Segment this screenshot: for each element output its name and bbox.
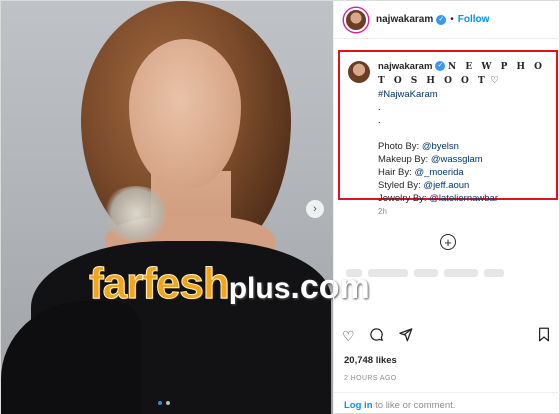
login-suffix: to like or comment. [372, 400, 456, 411]
credit-handle-link[interactable]: @jeff.aoun [423, 180, 469, 191]
blur-block [368, 269, 408, 277]
caption-timestamp: 2h [378, 207, 387, 216]
heart-emoji: ♡ [490, 75, 499, 86]
plus-circle-icon[interactable]: + [440, 234, 456, 250]
header-separator: • [450, 14, 454, 25]
blurred-comments [346, 269, 514, 283]
credit-label: Styled By: [378, 180, 424, 191]
likes-count[interactable]: 20,748 likes [344, 355, 397, 366]
credit-label: Makeup By: [378, 154, 431, 165]
post-timestamp: 2 HOURS AGO [344, 375, 397, 382]
caption-text: najwakaram ✓ N E W P H O T O S H O O T ♡ … [378, 60, 554, 205]
login-prompt: Log in to like or comment. [334, 392, 560, 414]
caption-username[interactable]: najwakaram [378, 61, 432, 72]
bookmark-icon[interactable] [537, 327, 551, 345]
caption-dot: . [378, 115, 381, 126]
follow-button[interactable]: Follow [458, 14, 490, 25]
share-icon[interactable] [398, 327, 413, 344]
carousel-dot-active [158, 401, 162, 405]
credit-handle-link[interactable]: @_moerida [414, 167, 463, 178]
header-username[interactable]: najwakaram [376, 14, 433, 25]
heart-icon[interactable]: ♡ [342, 329, 355, 343]
credit-handle-link[interactable]: @byelsn [422, 141, 459, 152]
post-header: najwakaram ✓ • Follow [334, 1, 560, 39]
photo-face [129, 39, 241, 189]
credit-label: Jewelry By: [378, 193, 430, 204]
credit-handle-link[interactable]: @lateliernawbar [429, 193, 498, 204]
hashtag-link[interactable]: #NajwaKaram [378, 89, 438, 100]
photo-dress-sleeve [1, 301, 141, 414]
photo-necklace [101, 186, 171, 241]
blur-block [484, 269, 504, 277]
carousel-dot [166, 401, 170, 405]
credit-handle-link[interactable]: @wassglam [431, 154, 483, 165]
credit-label: Hair By: [378, 167, 415, 178]
verified-badge-icon: ✓ [436, 14, 447, 25]
verified-badge-icon: ✓ [435, 61, 446, 72]
instagram-post: › farfeshplus.com najwakaram ✓ • Follow … [0, 0, 560, 414]
caption-avatar[interactable] [348, 61, 370, 83]
avatar[interactable] [344, 7, 368, 32]
chevron-right-icon[interactable]: › [306, 200, 324, 218]
post-side-panel: najwakaram ✓ • Follow najwakaram ✓ N E W … [333, 1, 560, 414]
blur-block [444, 269, 478, 277]
post-photo[interactable]: › [1, 1, 333, 414]
credit-label: Photo By: [378, 141, 422, 152]
blur-block [414, 269, 438, 277]
carousel-dots [158, 401, 170, 405]
caption-dot: . [378, 102, 381, 113]
action-bar: ♡ [342, 327, 413, 344]
login-link[interactable]: Log in [344, 400, 373, 411]
caption-highlight: najwakaram ✓ N E W P H O T O S H O O T ♡ … [338, 50, 558, 204]
blur-block [346, 269, 362, 277]
comment-icon[interactable] [369, 327, 384, 344]
